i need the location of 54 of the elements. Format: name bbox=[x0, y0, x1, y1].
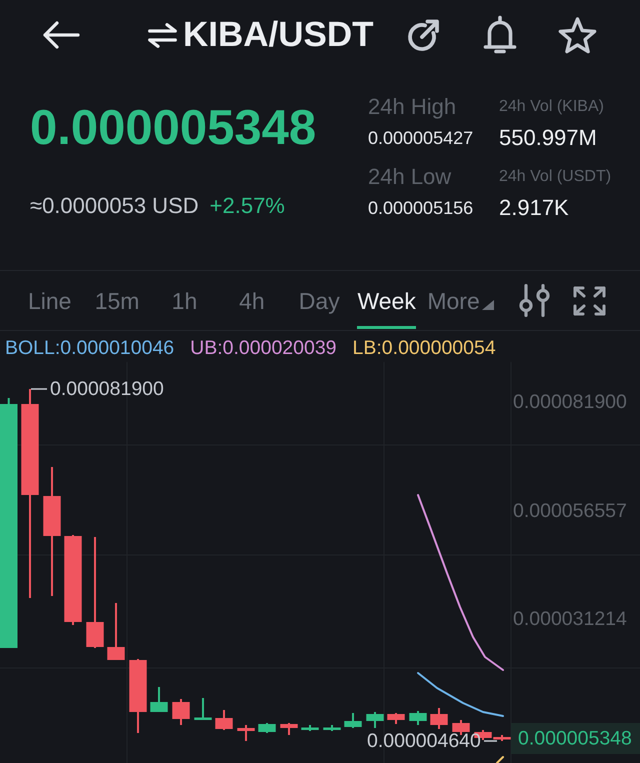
candlestick bbox=[452, 720, 470, 735]
timeframe-tab[interactable]: Line bbox=[28, 281, 72, 329]
bell-icon[interactable] bbox=[483, 15, 517, 55]
last-price-tag: 0.000005348 bbox=[511, 723, 640, 754]
stat-label: 24h Vol (KIBA) bbox=[499, 97, 604, 117]
axis-label: 0.000031214 bbox=[513, 608, 627, 630]
axis-label: 0.000056557 bbox=[513, 500, 627, 522]
star-icon[interactable] bbox=[557, 16, 598, 54]
stat-label: 24h High bbox=[368, 94, 456, 120]
candlestick bbox=[366, 712, 384, 728]
timeframe-tab[interactable]: 15m bbox=[94, 281, 140, 329]
swap-arrows-icon[interactable] bbox=[148, 22, 177, 48]
timeframe-tab[interactable]: 1h bbox=[172, 281, 198, 329]
stat-value: 0.000005427 bbox=[368, 127, 474, 150]
price-change: +2.57% bbox=[210, 192, 285, 220]
timeframe-tab[interactable]: Week bbox=[357, 281, 416, 329]
candlestick bbox=[258, 723, 276, 733]
candlestick bbox=[344, 713, 362, 728]
stat-value: 0.000005156 bbox=[368, 197, 474, 220]
candlestick bbox=[323, 725, 341, 731]
indicator-value: BOLL:0.000010046 bbox=[5, 336, 174, 360]
candlestick bbox=[194, 698, 212, 720]
stat-value: 550.997M bbox=[499, 124, 597, 152]
candlestick bbox=[280, 723, 298, 735]
timeframe-tab[interactable]: Day bbox=[298, 281, 340, 329]
leader-line bbox=[484, 740, 497, 742]
low-price-label: 0.000004640 bbox=[367, 730, 481, 752]
lower-band-line bbox=[496, 756, 504, 763]
refresh-icon[interactable] bbox=[406, 17, 441, 53]
candlestick bbox=[215, 710, 233, 730]
pair-title[interactable]: KIBA/USDT bbox=[183, 15, 374, 55]
candlestick bbox=[172, 699, 190, 725]
candlestick bbox=[107, 603, 125, 660]
indicator-value: UB:0.000020039 bbox=[190, 336, 337, 360]
candlestick bbox=[430, 708, 448, 729]
stat-value: 2.917K bbox=[499, 194, 569, 222]
high-price-label: 0.000081900 bbox=[50, 378, 164, 400]
stat-label: 24h Vol (USDT) bbox=[499, 167, 612, 187]
indicator-value: LB:0.000000054 bbox=[352, 336, 496, 360]
usd-value: ≈0.0000053 USD bbox=[30, 192, 199, 220]
axis-label: 0.000081900 bbox=[513, 391, 627, 413]
last-price: 0.000005348 bbox=[30, 100, 316, 156]
candlestick bbox=[301, 725, 319, 731]
fullscreen-icon[interactable] bbox=[573, 286, 606, 316]
candlestick bbox=[387, 713, 405, 724]
timeframe-tab[interactable]: 4h bbox=[239, 281, 265, 329]
stat-label: 24h Low bbox=[368, 164, 452, 190]
candlestick bbox=[409, 711, 427, 725]
leader-line bbox=[31, 388, 47, 390]
more-dropdown[interactable]: More bbox=[427, 286, 494, 314]
candlestick bbox=[237, 725, 255, 741]
candlestick bbox=[150, 687, 168, 712]
back-arrow-icon[interactable] bbox=[42, 20, 80, 50]
caret-icon bbox=[482, 300, 494, 310]
